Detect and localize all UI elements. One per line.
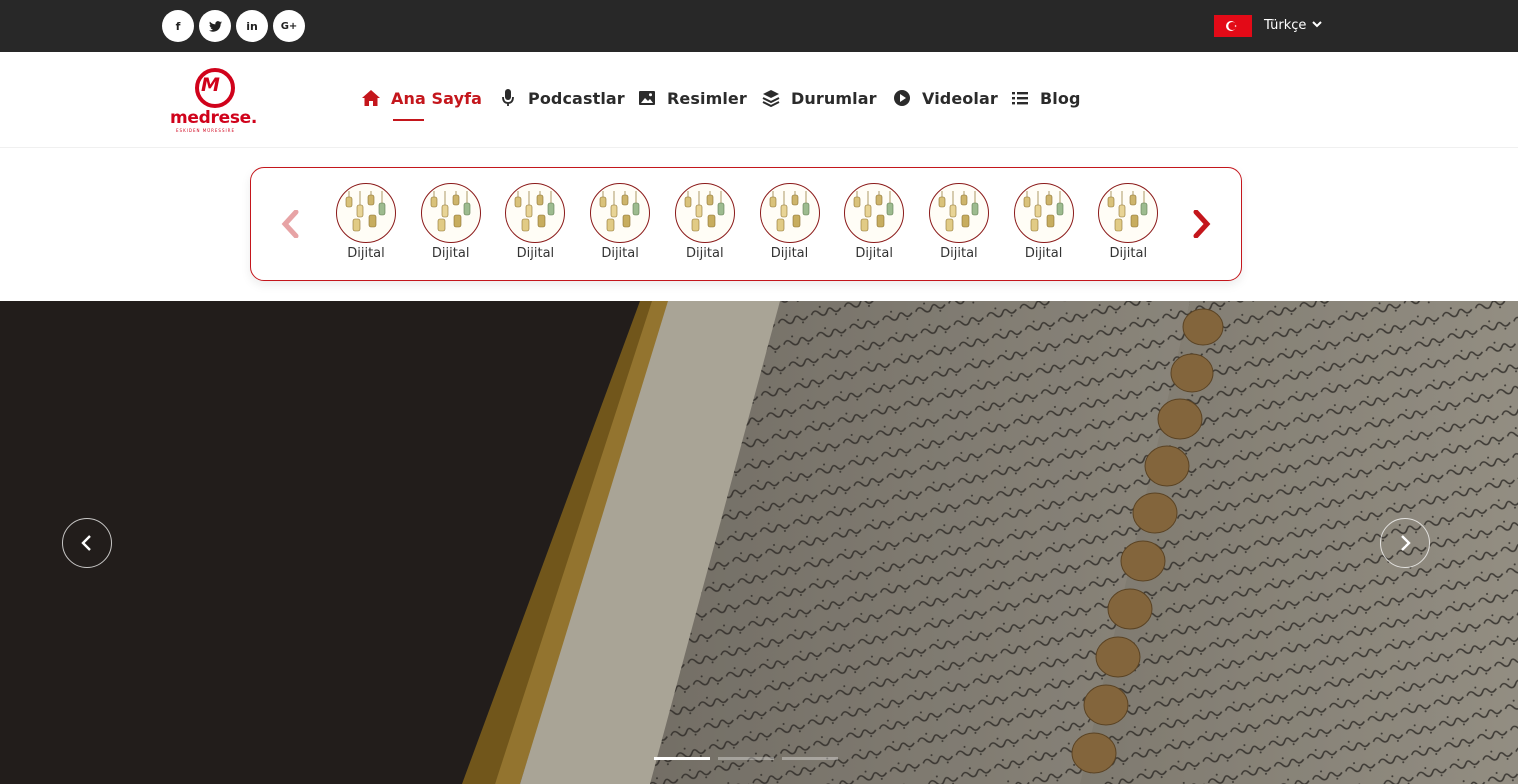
story-item[interactable]: Dijital (334, 183, 398, 261)
story-label: Dijital (855, 246, 893, 261)
story-label: Dijital (686, 246, 724, 261)
nav-label: Videolar (922, 88, 998, 108)
story-item[interactable]: Dijital (419, 183, 483, 261)
nav-item-podcastlar[interactable]: Podcastlar (498, 88, 625, 108)
image-icon (637, 88, 657, 108)
story-item[interactable]: Dijital (1012, 183, 1076, 261)
story-thumbnail-lanterns-icon (420, 183, 481, 243)
story-thumbnail-lanterns-icon (505, 183, 566, 243)
story-item[interactable]: Dijital (673, 183, 737, 261)
top-bar: f in G+ Türkçe (0, 0, 1518, 52)
story-item[interactable]: Dijital (927, 183, 991, 261)
nav-item-resimler[interactable]: Resimler (637, 88, 747, 108)
google-plus-icon[interactable]: G+ (273, 10, 305, 42)
list-icon (1010, 88, 1030, 108)
story-item[interactable]: Dijital (1096, 183, 1160, 261)
story-label: Dijital (516, 246, 555, 261)
linkedin-icon[interactable]: in (236, 10, 268, 42)
nav-label: Ana Sayfa (391, 88, 483, 108)
microphone-icon (498, 88, 518, 108)
hero-slider (0, 301, 1518, 784)
stories-prev-arrow-icon[interactable] (278, 208, 302, 240)
slider-dot[interactable] (654, 757, 710, 760)
nav-label: Podcastlar (528, 88, 625, 108)
slider-dot[interactable] (718, 757, 774, 760)
story-label: Dijital (601, 246, 639, 261)
slider-next-button[interactable] (1380, 518, 1430, 568)
slider-pagination (654, 757, 838, 760)
nav-label: Blog (1040, 88, 1081, 108)
story-thumbnail-lanterns-icon (759, 183, 820, 243)
active-nav-indicator (393, 119, 424, 121)
story-label: Dijital (347, 246, 385, 261)
story-thumbnail-lanterns-icon (336, 183, 396, 243)
nav-item-ana-sayfa[interactable]: Ana Sayfa (361, 88, 482, 108)
logo-tagline: ESKIDEN MÜRESSIRE (176, 128, 235, 133)
story-label: Dijital (1024, 246, 1063, 261)
nav-item-blog[interactable]: Blog (1010, 88, 1081, 108)
site-logo[interactable]: M medrese. ESKIDEN MÜRESSIRE (168, 66, 268, 136)
story-item[interactable]: Dijital (842, 183, 906, 261)
story-thumbnail-lanterns-icon (674, 183, 735, 243)
turkey-flag-icon[interactable] (1214, 15, 1252, 37)
facebook-icon[interactable]: f (162, 10, 194, 42)
story-thumbnail-lanterns-icon (1013, 183, 1074, 243)
story-label: Dijital (770, 246, 809, 261)
nav-label: Durumlar (791, 88, 877, 108)
story-label: Dijital (1109, 246, 1148, 261)
twitter-icon[interactable] (199, 10, 231, 42)
logo-wordmark: medrese. (170, 108, 258, 128)
language-selector[interactable]: Türkçe (1264, 18, 1323, 33)
stories-next-arrow-icon[interactable] (1190, 208, 1214, 240)
play-circle-icon (892, 88, 912, 108)
story-thumbnail-lanterns-icon (844, 183, 905, 243)
logo-mark: M (201, 74, 220, 96)
home-icon (361, 88, 381, 108)
quran-image (0, 301, 1518, 784)
story-item[interactable]: Dijital (588, 183, 652, 261)
language-label: Türkçe (1264, 18, 1307, 33)
nav-item-videolar[interactable]: Videolar (892, 88, 998, 108)
main-header: M medrese. ESKIDEN MÜRESSIRE Ana Sayfa P… (0, 52, 1518, 148)
story-label: Dijital (940, 246, 978, 261)
slider-dot[interactable] (782, 757, 838, 760)
slider-prev-button[interactable] (62, 518, 112, 568)
story-label: Dijital (431, 246, 470, 261)
story-thumbnail-lanterns-icon (590, 183, 651, 243)
story-item[interactable]: Dijital (503, 183, 567, 261)
nav-item-durumlar[interactable]: Durumlar (761, 88, 877, 108)
layers-icon (761, 88, 781, 108)
story-thumbnail-lanterns-icon (1098, 183, 1159, 243)
chevron-right-icon (1401, 535, 1411, 551)
chevron-left-icon (81, 535, 91, 551)
chevron-down-icon (1312, 20, 1323, 31)
story-thumbnail-lanterns-icon (928, 183, 989, 243)
nav-label: Resimler (667, 88, 747, 108)
stories-carousel: Dijital Dijital Dijital Dijital Dijital … (250, 167, 1242, 281)
story-item[interactable]: Dijital (758, 183, 822, 261)
